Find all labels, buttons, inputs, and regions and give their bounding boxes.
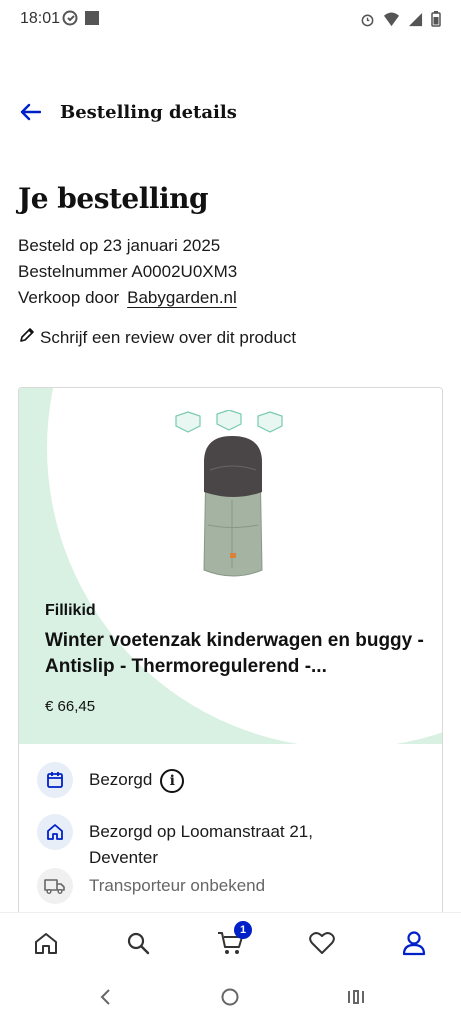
pencil-icon xyxy=(18,326,36,349)
home-icon xyxy=(37,814,73,850)
alarm-icon xyxy=(360,12,375,32)
nav-wishlist[interactable] xyxy=(306,929,338,961)
status-time: 18:01 xyxy=(20,10,61,27)
status-bar: 18:01 xyxy=(0,0,461,40)
info-icon[interactable]: i xyxy=(160,768,185,793)
order-number: Bestelnummer A0002U0XM3 xyxy=(18,262,238,281)
system-home-button[interactable] xyxy=(219,988,241,1010)
product-price: € 66,45 xyxy=(45,698,96,715)
system-navigation xyxy=(0,974,461,1024)
page-header-title: Bestelling details xyxy=(60,102,237,123)
page-title: Je bestelling xyxy=(18,182,209,215)
delivery-status: Bezorgd xyxy=(89,770,153,789)
notification-square-icon xyxy=(84,10,100,31)
circle-icon xyxy=(220,987,240,1012)
signal-icon xyxy=(408,12,423,32)
delivery-status-row: Bezorgd i xyxy=(37,762,185,798)
nav-home[interactable] xyxy=(30,929,62,961)
arrow-left-icon xyxy=(19,103,42,126)
chevron-left-icon xyxy=(98,988,112,1011)
carrier-row: Transporteur onbekend xyxy=(37,868,265,904)
order-date: Besteld op 23 januari 2025 xyxy=(18,236,221,255)
heart-icon xyxy=(309,931,335,960)
bottom-navigation: 1 xyxy=(0,912,461,974)
product-title: Winter voetenzak kinderwagen en buggy - … xyxy=(45,630,424,677)
system-back-button[interactable] xyxy=(94,988,116,1010)
seller-line: Verkoop door Babygarden.nl xyxy=(18,288,237,308)
product-brand: Fillikid xyxy=(45,602,96,619)
recents-icon xyxy=(346,988,366,1011)
battery-icon xyxy=(431,11,441,32)
write-review-label: Schrijf een review over dit product xyxy=(40,327,297,347)
product-hero[interactable]: Fillikid Winter voetenzak kinderwagen en… xyxy=(19,388,442,744)
carrier-name: Transporteur onbekend xyxy=(89,876,266,895)
order-product-card: Fillikid Winter voetenzak kinderwagen en… xyxy=(18,387,443,927)
home-icon xyxy=(33,930,59,961)
topbar: Bestelling details xyxy=(0,92,461,136)
seller-link[interactable]: Babygarden.nl xyxy=(127,288,237,307)
cart-count-badge: 1 xyxy=(234,921,252,939)
calendar-icon xyxy=(37,762,73,798)
nav-search[interactable] xyxy=(122,929,154,961)
feature-badge-icon xyxy=(175,410,283,433)
search-icon xyxy=(125,930,151,961)
delivery-address-row: Bezorgd op Loomanstraat 21, Deventer xyxy=(37,814,339,871)
wifi-icon xyxy=(383,11,400,32)
nav-account[interactable] xyxy=(398,929,430,961)
back-button[interactable] xyxy=(16,100,44,128)
system-recents-button[interactable] xyxy=(345,988,367,1010)
nav-cart[interactable]: 1 xyxy=(214,921,252,961)
user-icon xyxy=(402,930,426,961)
seller-label: Verkoop door xyxy=(18,288,120,307)
product-image xyxy=(175,410,283,577)
sync-icon xyxy=(62,10,78,31)
write-review-link[interactable]: Schrijf een review over dit product xyxy=(18,326,296,349)
delivery-address: Bezorgd op Loomanstraat 21, Deventer xyxy=(89,822,313,867)
truck-icon xyxy=(37,868,73,904)
